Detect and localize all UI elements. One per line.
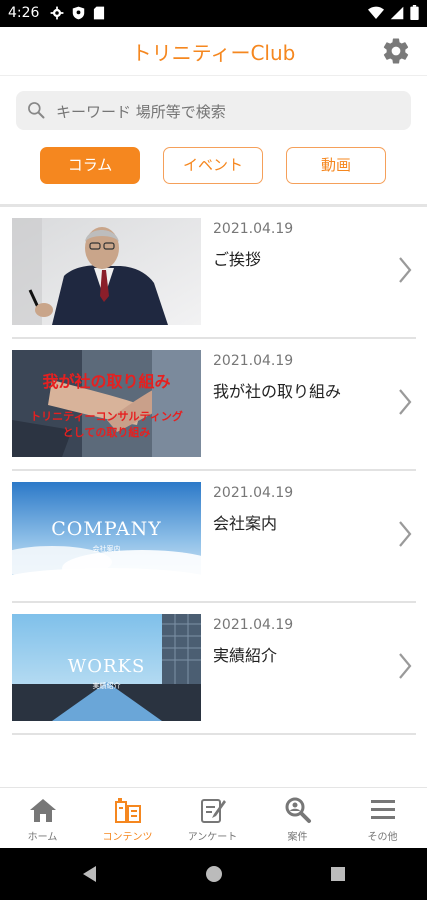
article-date: 2021.04.19 xyxy=(213,617,294,633)
chevron-right-icon xyxy=(399,257,412,283)
thumbnail-subheading: 会社案内 xyxy=(92,545,121,553)
sd-card-icon xyxy=(93,6,105,20)
back-icon[interactable] xyxy=(81,865,99,883)
article-item[interactable]: 2021.04.19 ご挨拶 xyxy=(12,218,416,349)
thumbnail-heading: 我が社の取り組み xyxy=(42,372,171,391)
thumbnail-heading: WORKS xyxy=(67,656,146,677)
article-item[interactable]: WORKS 実績紹介 2021.04.19 実績紹介 xyxy=(12,614,416,745)
bottom-nav: ホーム コンテンツ アンケート 案件 その他 xyxy=(0,787,427,849)
nav-item-contents[interactable]: コンテンツ xyxy=(85,788,170,849)
home-icon xyxy=(30,799,56,822)
app-bar: トリニティーClub xyxy=(0,27,427,76)
shield-icon xyxy=(72,6,85,20)
row-divider xyxy=(12,337,416,339)
status-time: 4:26 xyxy=(8,5,40,21)
home-button-icon[interactable] xyxy=(205,865,223,883)
recents-icon[interactable] xyxy=(329,865,347,883)
status-bar: 4:26 xyxy=(0,0,427,27)
search-jobs-icon xyxy=(285,797,311,823)
tab-column[interactable]: コラム xyxy=(40,147,140,184)
tab-event[interactable]: イベント xyxy=(163,147,263,184)
thumbnail-heading: COMPANY xyxy=(51,518,162,540)
chevron-right-icon xyxy=(399,389,412,415)
article-title: 我が社の取り組み xyxy=(213,382,342,401)
thumbnail-subheading: 実績紹介 xyxy=(92,682,121,690)
article-date: 2021.04.19 xyxy=(213,485,294,501)
search-input[interactable] xyxy=(54,91,398,132)
row-divider xyxy=(12,601,416,603)
nav-label: 案件 xyxy=(287,832,308,843)
category-tabs: コラム イベント 動画 xyxy=(0,147,427,185)
menu-icon xyxy=(371,800,395,819)
wifi-icon xyxy=(368,6,384,19)
settings-button[interactable] xyxy=(381,36,411,66)
thumbnail-subheading: としての取り組み xyxy=(62,426,151,439)
gear-icon xyxy=(383,38,409,64)
article-date: 2021.04.19 xyxy=(213,221,294,237)
article-thumbnail: WORKS 実績紹介 xyxy=(12,614,201,721)
chevron-right-icon xyxy=(399,653,412,679)
nav-label: その他 xyxy=(367,832,398,843)
tab-video[interactable]: 動画 xyxy=(286,147,386,184)
nav-label: ホーム xyxy=(27,832,58,843)
nav-item-projects[interactable]: 案件 xyxy=(255,788,340,849)
article-title: 会社案内 xyxy=(213,514,278,533)
nav-item-home[interactable]: ホーム xyxy=(0,788,85,849)
app-title: トリニティーClub xyxy=(131,41,296,65)
article-thumbnail: 我が社の取り組み トリニティーコンサルティング としての取り組み xyxy=(12,350,201,457)
article-thumbnail: COMPANY 会社案内 xyxy=(12,482,201,589)
survey-icon xyxy=(201,799,226,823)
system-nav-bar xyxy=(0,848,427,900)
thumbnail-subheading: トリニティーコンサルティング xyxy=(30,410,183,423)
search-icon xyxy=(28,102,45,119)
search-bar[interactable] xyxy=(16,91,411,132)
article-item[interactable]: 我が社の取り組み トリニティーコンサルティング としての取り組み 2021.04… xyxy=(12,350,416,481)
signal-icon xyxy=(390,6,404,19)
article-thumbnail xyxy=(12,218,201,325)
row-divider xyxy=(12,733,416,735)
nav-label: コンテンツ xyxy=(102,832,153,843)
article-title: ご挨拶 xyxy=(213,250,262,269)
battery-icon xyxy=(410,5,419,20)
gear-icon xyxy=(50,6,64,20)
chevron-right-icon xyxy=(399,521,412,547)
article-item[interactable]: COMPANY 会社案内 2021.04.19 会社案内 xyxy=(12,482,416,613)
row-divider xyxy=(12,469,416,471)
article-title: 実績紹介 xyxy=(213,646,278,665)
section-divider xyxy=(0,204,427,207)
nav-item-survey[interactable]: アンケート xyxy=(170,788,255,849)
article-date: 2021.04.19 xyxy=(213,353,294,369)
nav-item-more[interactable]: その他 xyxy=(340,788,425,849)
nav-label: アンケート xyxy=(187,832,238,843)
contents-icon xyxy=(115,798,141,823)
